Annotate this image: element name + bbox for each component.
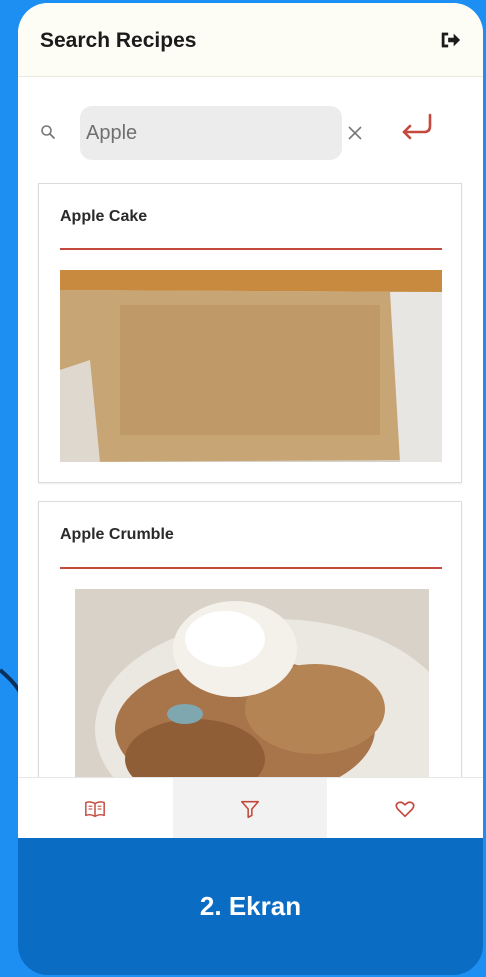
caption-text: 2. Ekran [199, 891, 302, 921]
caption-bar: 2. Ekran [18, 838, 483, 975]
page-title: Search Recipes [40, 29, 197, 52]
divider [60, 567, 442, 569]
nav-filter[interactable] [173, 778, 327, 838]
phone-screen: Search Recipes Apple Cake [18, 3, 483, 838]
recipe-title: Apple Cake [60, 208, 148, 225]
nav-favorites[interactable] [328, 778, 482, 838]
close-icon[interactable] [348, 126, 362, 140]
app-bar: Search Recipes [18, 3, 483, 77]
recipe-card[interactable]: Apple Crumble [38, 501, 462, 802]
nav-recipes[interactable] [18, 778, 172, 838]
return-arrow-icon[interactable] [396, 111, 436, 141]
recipe-title: Apple Crumble [60, 526, 174, 543]
search-input[interactable] [80, 106, 342, 160]
filter-icon [240, 800, 260, 818]
search-icon [41, 125, 56, 140]
recipe-card[interactable]: Apple Cake [38, 183, 462, 483]
divider [60, 248, 442, 250]
logout-icon[interactable] [439, 29, 461, 51]
open-book-icon [85, 800, 105, 817]
recipe-image [75, 589, 429, 802]
recipe-image [60, 270, 442, 462]
bottom-navigation [18, 777, 483, 838]
heart-icon [395, 800, 415, 817]
